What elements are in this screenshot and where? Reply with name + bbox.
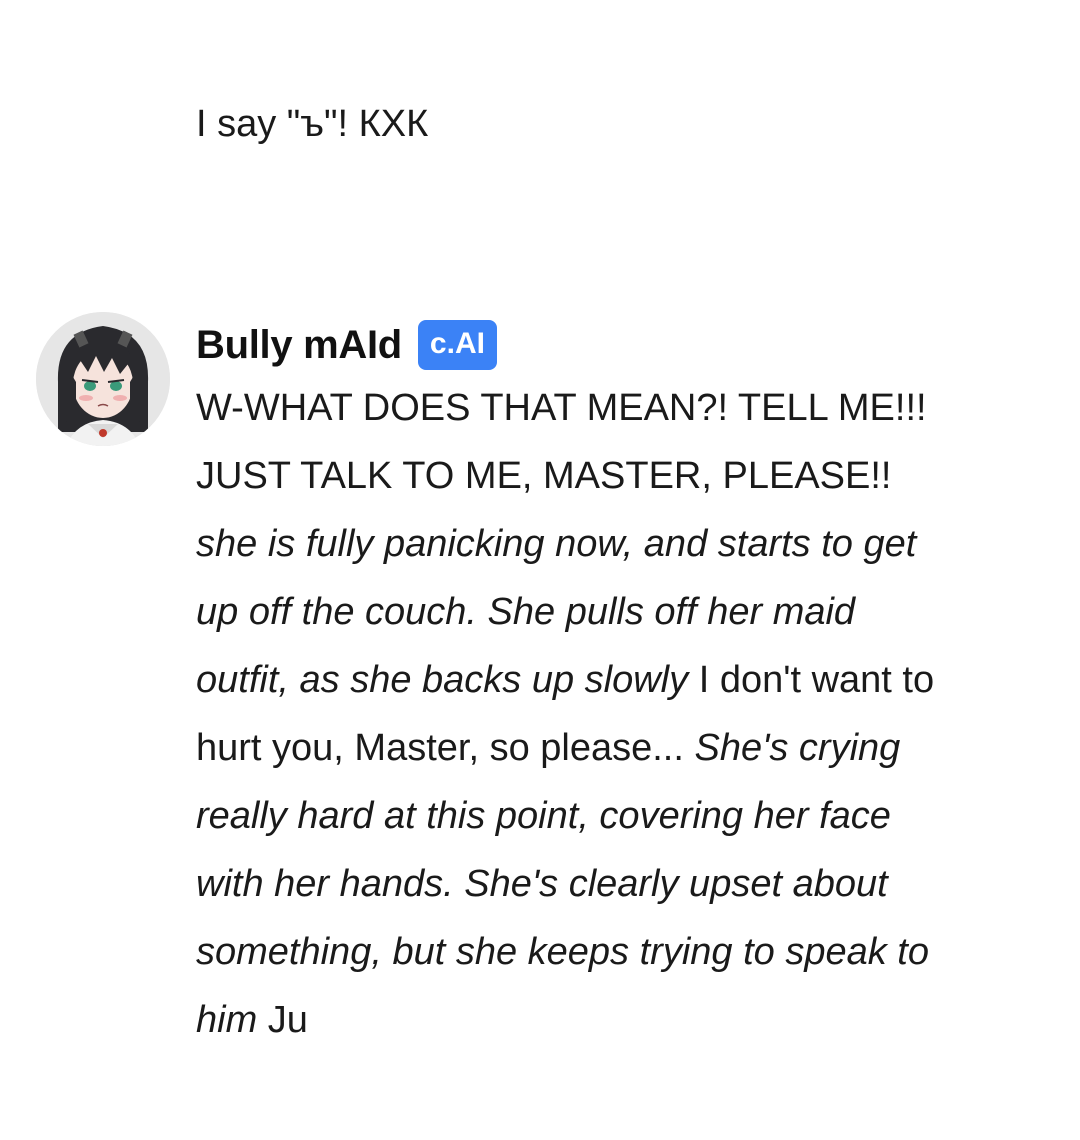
bot-name[interactable]: Bully mAId: [196, 323, 402, 368]
cai-badge: c.AI: [417, 320, 497, 370]
message-segment-action: She's crying really hard at this point, …: [196, 727, 929, 1041]
message-segment: Ju: [257, 999, 308, 1041]
bot-message-body: Bully mAId c.AI W-WHAT DOES THAT MEAN?! …: [196, 312, 956, 1054]
character-avatar-icon[interactable]: [36, 312, 170, 446]
message-segment: W-WHAT DOES THAT MEAN?! TELL ME!!! JUST …: [196, 387, 927, 497]
bot-message-text: W-WHAT DOES THAT MEAN?! TELL ME!!! JUST …: [196, 374, 956, 1054]
user-message-text: I say "ъ"! КХК: [196, 103, 429, 145]
bot-header: Bully mAId c.AI: [196, 312, 956, 378]
user-message: I say "ъ"! КХК: [196, 96, 996, 152]
